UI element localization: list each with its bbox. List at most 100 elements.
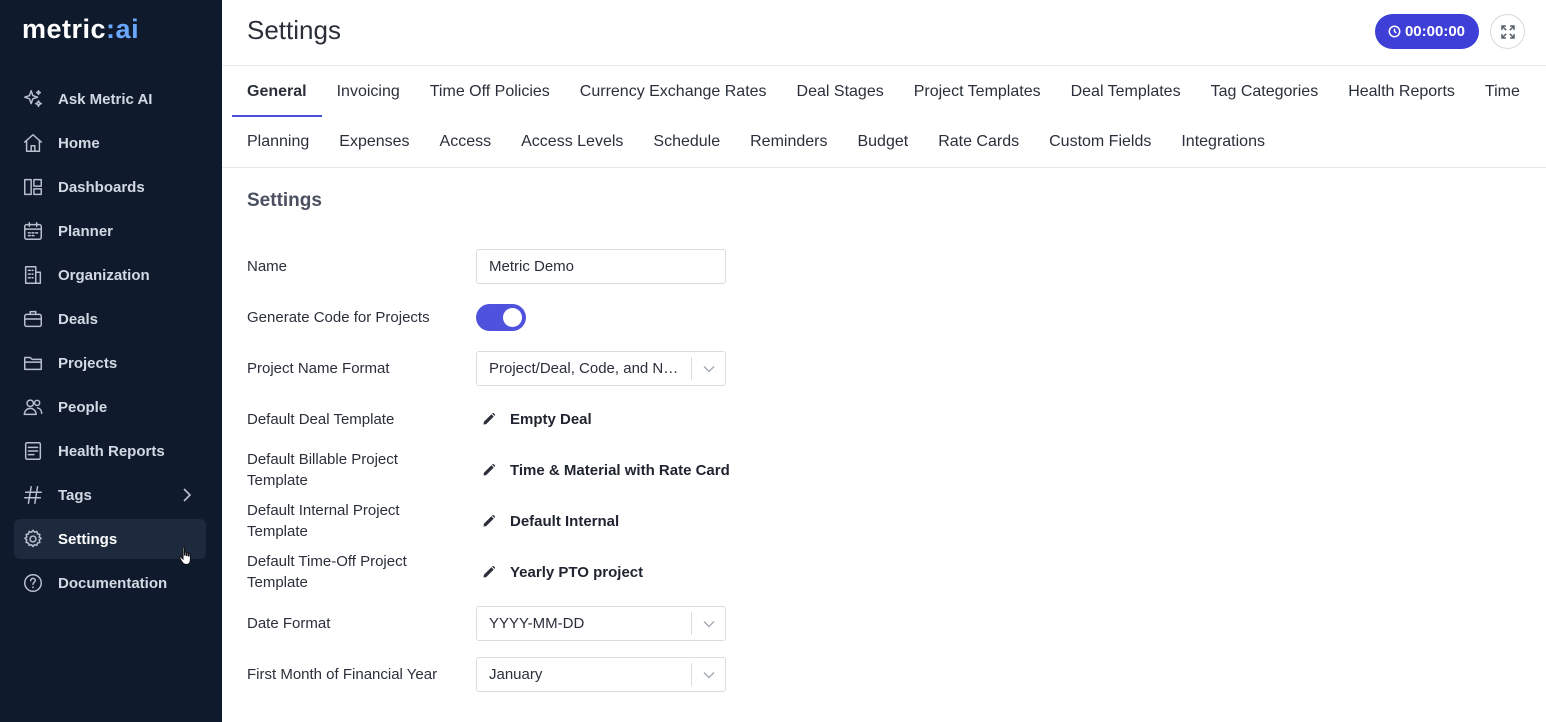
default-internal-template-label: Default Internal Project Template: [247, 502, 400, 540]
row-name: Name: [247, 246, 847, 286]
tab-invoicing[interactable]: Invoicing: [322, 67, 415, 117]
report-icon: [22, 440, 44, 462]
project-name-format-select[interactable]: Project/Deal, Code, and Name: [476, 351, 726, 386]
sidebar-item-ask-metric-ai[interactable]: Ask Metric AI: [14, 79, 206, 119]
template-name: Time & Material with Rate Card: [510, 461, 730, 479]
tab-expenses[interactable]: Expenses: [324, 117, 424, 167]
sidebar-item-deals[interactable]: Deals: [14, 299, 206, 339]
select-value: January: [489, 666, 543, 683]
row-default-billable-template: Default Billable Project Template Time &…: [247, 450, 847, 490]
sidebar-item-label: Home: [58, 134, 100, 152]
tab-rate-cards[interactable]: Rate Cards: [923, 117, 1034, 167]
sidebar-item-label: Health Reports: [58, 442, 165, 460]
default-billable-template-value[interactable]: Time & Material with Rate Card: [483, 450, 730, 490]
building-icon: [22, 264, 44, 286]
sidebar-item-label: Documentation: [58, 574, 168, 592]
generate-code-toggle[interactable]: [476, 304, 526, 331]
project-name-format-label: Project Name Format: [247, 359, 390, 377]
sidebar-item-health-reports[interactable]: Health Reports: [14, 431, 206, 471]
tab-integrations[interactable]: Integrations: [1166, 117, 1280, 167]
tab-tag-categories[interactable]: Tag Categories: [1196, 67, 1334, 117]
sidebar-item-organization[interactable]: Organization: [14, 255, 206, 295]
page-header: Settings 00:00:00: [222, 0, 1546, 66]
tab-time-off-policies[interactable]: Time Off Policies: [415, 67, 565, 117]
pencil-icon: [483, 413, 495, 425]
default-timeoff-template-value[interactable]: Yearly PTO project: [483, 552, 643, 592]
date-format-select[interactable]: YYYY-MM-DD: [476, 606, 726, 641]
sidebar-item-label: Tags: [58, 486, 92, 504]
tab-currency-exchange-rates[interactable]: Currency Exchange Rates: [565, 67, 782, 117]
hash-icon: [22, 484, 44, 506]
row-first-month-financial-year: First Month of Financial Year January: [247, 654, 847, 694]
tab-reminders[interactable]: Reminders: [735, 117, 842, 167]
tab-time[interactable]: Time: [1470, 67, 1535, 117]
sidebar-item-documentation[interactable]: Documentation: [14, 563, 206, 603]
row-project-name-format: Project Name Format Project/Deal, Code, …: [247, 348, 847, 388]
section-title: Settings: [247, 190, 322, 211]
toggle-knob: [503, 308, 522, 327]
select-value: Project/Deal, Code, and Name: [489, 360, 691, 377]
logo-ai: ai: [115, 13, 140, 44]
hand-cursor-icon: [179, 546, 191, 566]
chevron-right-icon[interactable]: [180, 486, 194, 504]
chevron-down-icon: [691, 612, 725, 635]
sparkle-icon: [22, 88, 44, 110]
tab-health-reports[interactable]: Health Reports: [1333, 67, 1470, 117]
tab-access-levels[interactable]: Access Levels: [506, 117, 638, 167]
tab-row-2: Planning Expenses Access Access Levels S…: [232, 117, 1280, 167]
sidebar-item-label: Organization: [58, 266, 150, 284]
pencil-icon: [483, 566, 495, 578]
timer-button[interactable]: 00:00:00: [1374, 14, 1479, 49]
name-input[interactable]: [476, 249, 726, 284]
sidebar-item-people[interactable]: People: [14, 387, 206, 427]
row-default-deal-template: Default Deal Template Empty Deal: [247, 399, 847, 439]
fullscreen-button[interactable]: [1490, 14, 1525, 49]
tab-deal-stages[interactable]: Deal Stages: [782, 67, 899, 117]
default-deal-template-label: Default Deal Template: [247, 410, 395, 428]
timer-value: 00:00:00: [1404, 23, 1465, 40]
folder-icon: [22, 352, 44, 374]
tab-planning[interactable]: Planning: [232, 117, 324, 167]
default-deal-template-value[interactable]: Empty Deal: [483, 399, 592, 439]
tab-budget[interactable]: Budget: [842, 117, 923, 167]
help-icon: [22, 572, 44, 594]
pencil-icon: [483, 515, 495, 527]
sidebar-item-tags[interactable]: Tags: [14, 475, 206, 515]
sidebar-item-label: Planner: [58, 222, 114, 240]
sidebar-item-dashboards[interactable]: Dashboards: [14, 167, 206, 207]
logo-separator: :: [106, 13, 116, 44]
row-date-format: Date Format YYYY-MM-DD: [247, 603, 847, 643]
logo[interactable]: metric: ai: [22, 12, 139, 46]
default-timeoff-template-label: Default Time-Off Project Template: [247, 553, 407, 591]
home-icon: [22, 132, 44, 154]
select-value: YYYY-MM-DD: [489, 615, 585, 632]
tab-project-templates[interactable]: Project Templates: [899, 67, 1056, 117]
tab-custom-fields[interactable]: Custom Fields: [1034, 117, 1166, 167]
sidebar-item-home[interactable]: Home: [14, 123, 206, 163]
calendar-icon: [22, 220, 44, 242]
tab-deal-templates[interactable]: Deal Templates: [1056, 67, 1196, 117]
tab-schedule[interactable]: Schedule: [638, 117, 735, 167]
logo-text: metric: [22, 13, 107, 44]
clock-icon: [1388, 25, 1401, 38]
sidebar-item-label: Projects: [58, 354, 118, 372]
tab-row-1: General Invoicing Time Off Policies Curr…: [232, 67, 1535, 117]
tab-general[interactable]: General: [232, 67, 322, 117]
tab-access[interactable]: Access: [425, 117, 507, 167]
sidebar-item-projects[interactable]: Projects: [14, 343, 206, 383]
sidebar-item-planner[interactable]: Planner: [14, 211, 206, 251]
first-month-financial-year-label: First Month of Financial Year: [247, 665, 438, 683]
sidebar-item-label: Dashboards: [58, 178, 145, 196]
default-billable-template-label: Default Billable Project Template: [247, 451, 398, 489]
template-name: Empty Deal: [510, 410, 592, 428]
first-month-financial-year-select[interactable]: January: [476, 657, 726, 692]
default-internal-template-value[interactable]: Default Internal: [483, 501, 619, 541]
sidebar-item-label: People: [58, 398, 108, 416]
pencil-icon: [483, 464, 495, 476]
generate-code-label: Generate Code for Projects: [247, 308, 430, 326]
gear-icon: [22, 528, 44, 550]
expand-icon: [1500, 24, 1515, 39]
sidebar-item-label: Settings: [58, 530, 118, 548]
settings-tabs: General Invoicing Time Off Policies Curr…: [222, 67, 1546, 168]
row-default-internal-template: Default Internal Project Template Defaul…: [247, 501, 847, 541]
